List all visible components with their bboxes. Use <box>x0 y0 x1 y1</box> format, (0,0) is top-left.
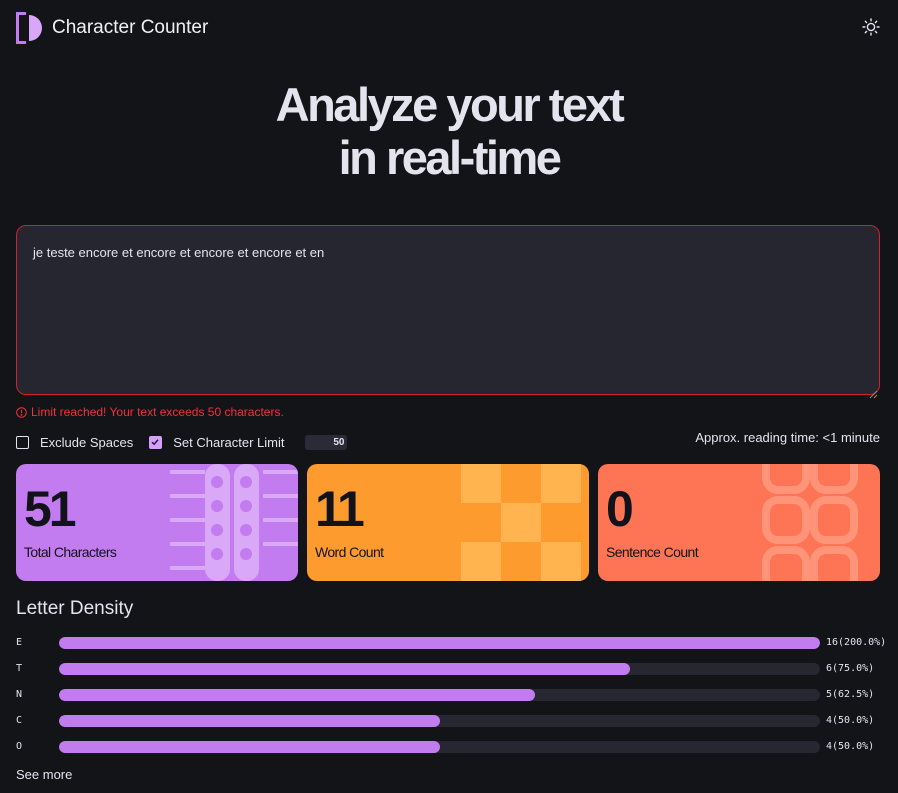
char-limit-input[interactable] <box>304 434 347 450</box>
limit-warning: Limit reached! Your text exceeds 50 char… <box>16 405 284 419</box>
density-track <box>59 741 820 753</box>
char-limit-checkbox[interactable] <box>149 435 163 449</box>
exclude-spaces-label: Exclude Spaces <box>40 434 134 450</box>
density-count: 4(50.0%) <box>826 741 875 752</box>
info-circle-icon <box>16 406 27 418</box>
card-pattern-icon <box>170 464 298 581</box>
total-characters-value: 51 <box>24 481 77 537</box>
app-header: Character Counter <box>16 12 208 44</box>
exclude-spaces-checkbox[interactable] <box>16 435 29 449</box>
density-bar <box>59 741 440 753</box>
sentence-count-value: 0 <box>606 481 634 537</box>
density-letter: N <box>16 689 23 700</box>
app-title: Character Counter <box>52 17 209 38</box>
density-bar <box>59 689 535 701</box>
hero-heading: Analyze your text in real-time <box>0 78 898 184</box>
options-bar: Exclude Spaces Set Character Limit <box>16 433 347 451</box>
density-bar <box>59 715 440 727</box>
density-bar <box>59 663 630 675</box>
density-track <box>59 715 820 727</box>
density-count: 5(62.5%) <box>826 689 875 700</box>
total-characters-label: Total Characters <box>24 544 117 560</box>
density-track <box>59 689 820 701</box>
text-input[interactable]: je teste encore et encore et encore et e… <box>16 225 880 395</box>
word-count-value: 11 <box>315 481 365 537</box>
sun-icon[interactable] <box>862 18 880 36</box>
see-more-link[interactable]: See more <box>16 767 72 782</box>
density-row: C 4(50.0%) <box>16 714 890 728</box>
stat-card-words: 11 Word Count <box>307 464 589 581</box>
card-pattern-icon <box>762 464 858 581</box>
letter-density-title: Letter Density <box>16 598 134 619</box>
density-row: T 6(75.0%) <box>16 662 890 676</box>
char-limit-label: Set Character Limit <box>173 434 285 450</box>
limit-warning-text: Limit reached! Your text exceeds 50 char… <box>31 405 284 419</box>
density-count: 16(200.0%) <box>826 637 887 648</box>
density-bar <box>59 637 820 649</box>
density-letter: E <box>16 637 23 648</box>
hero-line-1: Analyze your text <box>275 78 625 131</box>
density-track <box>59 663 820 675</box>
density-letter: C <box>16 715 23 726</box>
density-track <box>59 637 820 649</box>
reading-time: Approx. reading time: <1 minute <box>695 430 880 445</box>
density-count: 4(50.0%) <box>826 715 875 726</box>
stat-card-sentences: 0 Sentence Count <box>598 464 880 581</box>
resize-grip-icon[interactable] <box>869 384 878 399</box>
density-row: O 4(50.0%) <box>16 740 890 754</box>
half-circle-logo-icon <box>16 12 42 44</box>
sentence-count-label: Sentence Count <box>606 544 699 560</box>
card-pattern-icon <box>461 464 581 581</box>
density-letter: O <box>16 741 23 752</box>
hero-line-2: in real-time <box>338 131 562 184</box>
density-row: E 16(200.0%) <box>16 636 890 650</box>
density-count: 6(75.0%) <box>826 663 875 674</box>
density-row: N 5(62.5%) <box>16 688 890 702</box>
density-letter: T <box>16 663 23 674</box>
word-count-label: Word Count <box>315 544 384 560</box>
stat-card-characters: 51 Total Characters <box>16 464 298 581</box>
